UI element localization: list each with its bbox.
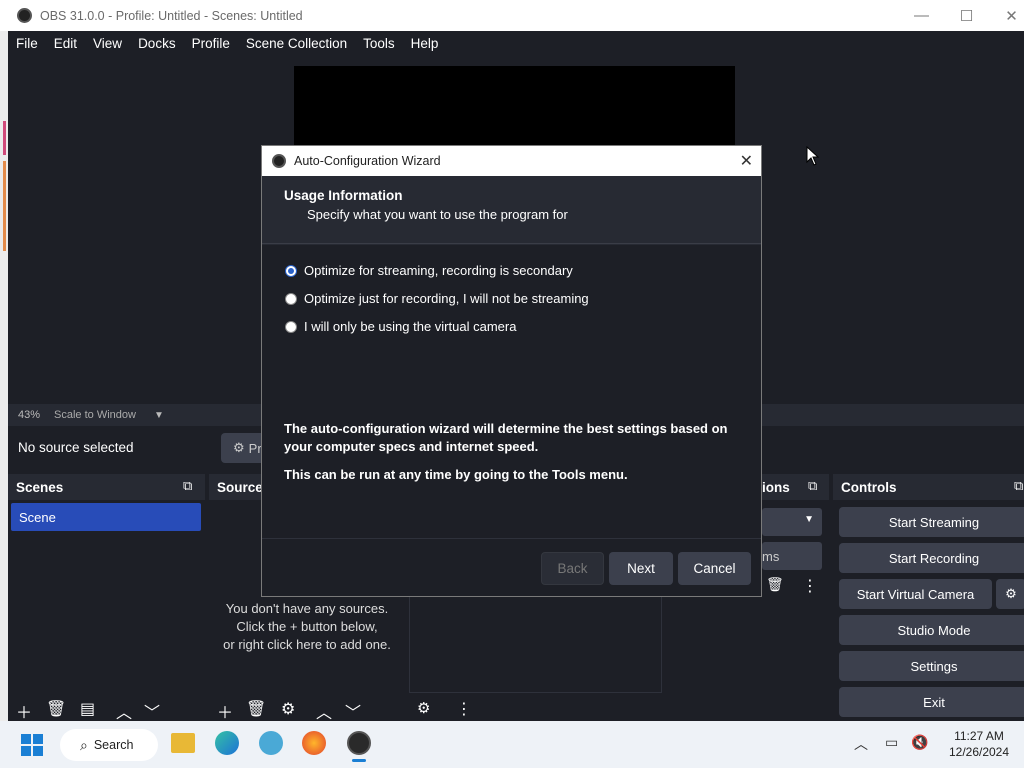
volume-muted-icon[interactable]: 🔇 <box>911 734 928 751</box>
active-app-indicator <box>352 759 366 762</box>
start-recording-button[interactable]: Start Recording <box>839 543 1024 573</box>
virtual-camera-settings-button[interactable]: ⚙ <box>996 579 1024 609</box>
windows-start-icon[interactable] <box>21 734 43 756</box>
undock-icon[interactable]: ⧉ <box>808 478 817 494</box>
move-down-icon[interactable]: ﹀ <box>345 699 361 723</box>
file-explorer-icon[interactable] <box>171 733 195 753</box>
option-recording[interactable]: Optimize just for recording, I will not … <box>285 291 589 306</box>
obs-logo-icon <box>272 154 286 168</box>
dialog-body: Optimize for streaming, recording is sec… <box>262 245 761 538</box>
network-icon[interactable]: ▭ <box>885 734 898 751</box>
zoom-level: 43% <box>18 409 41 421</box>
scale-mode-dropdown[interactable]: Scale to Window <box>54 409 136 421</box>
scene-filters-icon[interactable]: ▤ <box>80 699 95 719</box>
radio-icon[interactable] <box>285 292 297 305</box>
more-options-icon[interactable]: ⋮ <box>802 576 818 596</box>
left-window-edge <box>0 31 8 721</box>
remove-source-icon[interactable]: 🗑 <box>246 699 266 719</box>
dialog-subheading: Specify what you want to use the program… <box>307 207 568 222</box>
add-scene-icon[interactable]: ＋ <box>16 699 32 723</box>
obs-logo-icon <box>17 8 32 23</box>
exit-button[interactable]: Exit <box>839 687 1024 717</box>
controls-dock-title: Controls <box>833 474 1024 500</box>
remove-transition-icon[interactable]: 🗑 <box>766 576 784 593</box>
start-virtual-camera-button[interactable]: Start Virtual Camera <box>839 579 992 609</box>
dialog-heading: Usage Information <box>284 188 403 203</box>
more-options-icon[interactable]: ⋮ <box>456 699 472 719</box>
transition-select[interactable]: ▼ <box>762 508 822 536</box>
menu-scene-collection[interactable]: Scene Collection <box>246 36 347 51</box>
dialog-info-text: The auto-configuration wizard will deter… <box>284 421 728 454</box>
start-streaming-button[interactable]: Start Streaming <box>839 507 1024 537</box>
dialog-titlebar: Auto-Configuration Wizard ✕ <box>262 146 761 176</box>
no-source-label: No source selected <box>18 440 134 455</box>
undock-icon[interactable]: ⧉ <box>183 478 192 494</box>
window-titlebar: OBS 31.0.0 - Profile: Untitled - Scenes:… <box>0 0 1024 31</box>
window-title: OBS 31.0.0 - Profile: Untitled - Scenes:… <box>40 8 303 23</box>
move-up-icon[interactable]: ︿ <box>116 699 132 723</box>
option-streaming[interactable]: Optimize for streaming, recording is sec… <box>285 263 573 278</box>
close-button[interactable]: ✕ <box>989 0 1024 31</box>
taskbar-search[interactable]: ⌕ Search <box>60 729 158 761</box>
minimize-button[interactable]: — <box>899 0 944 31</box>
menu-bar: File Edit View Docks Profile Scene Colle… <box>8 31 1024 56</box>
scene-list-item[interactable]: Scene <box>11 503 201 531</box>
gear-icon: ⚙ <box>1005 586 1017 601</box>
next-button[interactable]: Next <box>609 552 673 585</box>
sources-empty-message: You don't have any sources. Click the + … <box>223 601 391 652</box>
dialog-tools-hint: This can be run at any time by going to … <box>284 467 628 482</box>
settings-button[interactable]: Settings <box>839 651 1024 681</box>
mixer-settings-icon[interactable]: ⚙ <box>417 699 430 717</box>
menu-file[interactable]: File <box>16 36 38 51</box>
back-button[interactable]: Back <box>541 552 604 585</box>
chevron-down-icon: ▼ <box>804 514 814 525</box>
search-icon: ⌕ <box>80 736 88 753</box>
dialog-close-icon[interactable]: ✕ <box>740 151 753 171</box>
auto-config-wizard-dialog: Auto-Configuration Wizard ✕ Usage Inform… <box>261 145 762 597</box>
radio-selected-icon[interactable] <box>285 264 297 277</box>
transition-duration-input[interactable]: ms <box>762 542 822 570</box>
globe-app-icon[interactable] <box>259 731 283 755</box>
move-up-icon[interactable]: ︿ <box>316 699 332 723</box>
gear-icon: ⚙ <box>233 440 245 455</box>
maximize-button[interactable]: ☐ <box>944 0 989 31</box>
scenes-dock-title: Scenes <box>8 474 205 500</box>
edge-browser-icon[interactable] <box>215 731 239 755</box>
firefox-icon[interactable] <box>302 731 326 755</box>
menu-view[interactable]: View <box>93 36 122 51</box>
move-down-icon[interactable]: ﹀ <box>144 699 160 723</box>
audio-mixer-area <box>409 596 662 693</box>
obs-taskbar-icon[interactable] <box>347 731 371 755</box>
option-virtual-camera[interactable]: I will only be using the virtual camera <box>285 319 516 334</box>
chevron-up-icon[interactable]: ︿ <box>854 734 868 754</box>
studio-mode-button[interactable]: Studio Mode <box>839 615 1024 645</box>
menu-edit[interactable]: Edit <box>54 36 77 51</box>
source-properties-icon[interactable]: ⚙ <box>281 699 295 719</box>
undock-icon[interactable]: ⧉ <box>1014 478 1023 494</box>
clock[interactable]: 11:27 AM 12/26/2024 <box>944 728 1014 760</box>
add-source-icon[interactable]: ＋ <box>217 699 233 723</box>
scenes-dock: Scenes ⧉ Scene ＋ 🗑 ▤ ︿ ﹀ <box>8 474 205 723</box>
remove-scene-icon[interactable]: 🗑 <box>46 699 66 719</box>
dialog-title: Auto-Configuration Wizard <box>294 154 441 168</box>
menu-help[interactable]: Help <box>411 36 439 51</box>
radio-icon[interactable] <box>285 320 297 333</box>
chevron-down-icon[interactable]: ▼ <box>154 410 164 421</box>
menu-profile[interactable]: Profile <box>192 36 230 51</box>
dialog-header: Usage Information Specify what you want … <box>262 176 761 244</box>
cancel-button[interactable]: Cancel <box>678 552 751 585</box>
menu-tools[interactable]: Tools <box>363 36 395 51</box>
windows-taskbar: ⌕ Search ︿ ▭ 🔇 11:27 AM 12/26/2024 <box>0 721 1024 768</box>
mouse-cursor-icon <box>806 146 820 166</box>
menu-docks[interactable]: Docks <box>138 36 176 51</box>
